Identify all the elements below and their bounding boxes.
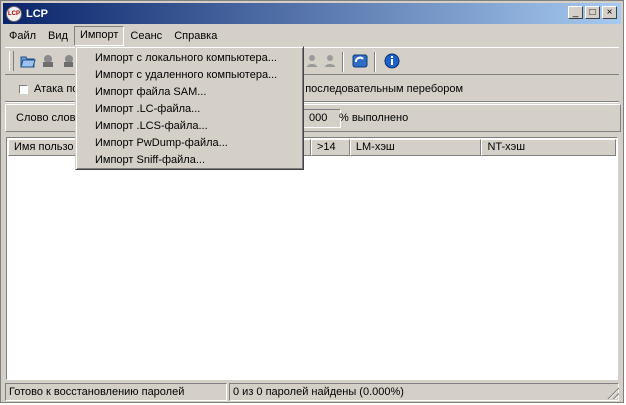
main-window: LCP LCP _ □ × Файл Вид Импорт Сеанс Спра… [0, 0, 624, 403]
column-header-gt14[interactable]: >14 [310, 139, 350, 156]
attack-label: Атака по [34, 83, 79, 95]
status-found: 0 из 0 паролей найдены (0.000%) [229, 383, 619, 401]
minimize-icon: _ [572, 6, 579, 18]
column-header-nt-hash[interactable]: NT-хэш [481, 139, 617, 156]
refresh-icon[interactable] [351, 52, 369, 70]
toolbar-grip[interactable] [9, 51, 14, 71]
toolbar-separator [342, 52, 344, 72]
menu-view[interactable]: Вид [42, 27, 74, 45]
word-label: Слово слов [16, 112, 76, 124]
info-icon[interactable] [383, 52, 401, 70]
user-icon[interactable] [303, 52, 321, 70]
menu-item-import-remote[interactable]: Импорт с удаленного компьютера... [76, 67, 303, 84]
window-controls: _ □ × [566, 6, 617, 19]
menu-item-import-pwdump[interactable]: Импорт PwDump-файла... [76, 135, 303, 152]
import-icon[interactable] [39, 52, 57, 70]
menu-help[interactable]: Справка [168, 27, 223, 45]
attack-checkbox[interactable] [19, 85, 28, 94]
column-header-lm-hash[interactable]: LM-хэш [349, 139, 482, 156]
status-ready: Готово к восстановлению паролей [5, 383, 227, 401]
menu-item-import-sam[interactable]: Импорт файла SAM... [76, 84, 303, 101]
toolbar-separator [374, 52, 376, 72]
window-title: LCP [26, 7, 48, 20]
percent-field: 000 [301, 109, 341, 128]
open-folder-icon[interactable] [19, 52, 37, 70]
menu-item-import-local[interactable]: Импорт с локального компьютера... [76, 50, 303, 67]
menu-item-import-lc[interactable]: Импорт .LC-файла... [76, 101, 303, 118]
menu-import[interactable]: Импорт [73, 26, 125, 46]
menu-session[interactable]: Сеанс [124, 27, 168, 45]
title-bar[interactable]: LCP LCP _ □ × [3, 3, 621, 24]
close-button[interactable]: × [602, 6, 617, 19]
maximize-icon: □ [589, 6, 596, 18]
menu-item-import-lcs[interactable]: Импорт .LCS-файла... [76, 118, 303, 135]
menu-item-import-sniff[interactable]: Импорт Sniff-файла... [76, 152, 303, 169]
maximize-button[interactable]: □ [585, 6, 600, 19]
status-bar: Готово к восстановлению паролей 0 из 0 п… [3, 383, 621, 401]
percent-suffix: % выполнено [339, 112, 409, 124]
brute-force-label: ка последовательным перебором [291, 83, 464, 95]
user-icon[interactable] [321, 52, 339, 70]
import-dropdown: Импорт с локального компьютера... Импорт… [75, 46, 304, 170]
minimize-button[interactable]: _ [568, 6, 583, 19]
menu-bar: Файл Вид Импорт Сеанс Справка [3, 26, 223, 46]
close-icon: × [606, 6, 613, 18]
lcp-logo-icon[interactable]: LCP [6, 5, 22, 22]
menu-file[interactable]: Файл [3, 27, 42, 45]
password-table[interactable]: Имя пользо >14 LM-хэш NT-хэш [6, 137, 618, 380]
